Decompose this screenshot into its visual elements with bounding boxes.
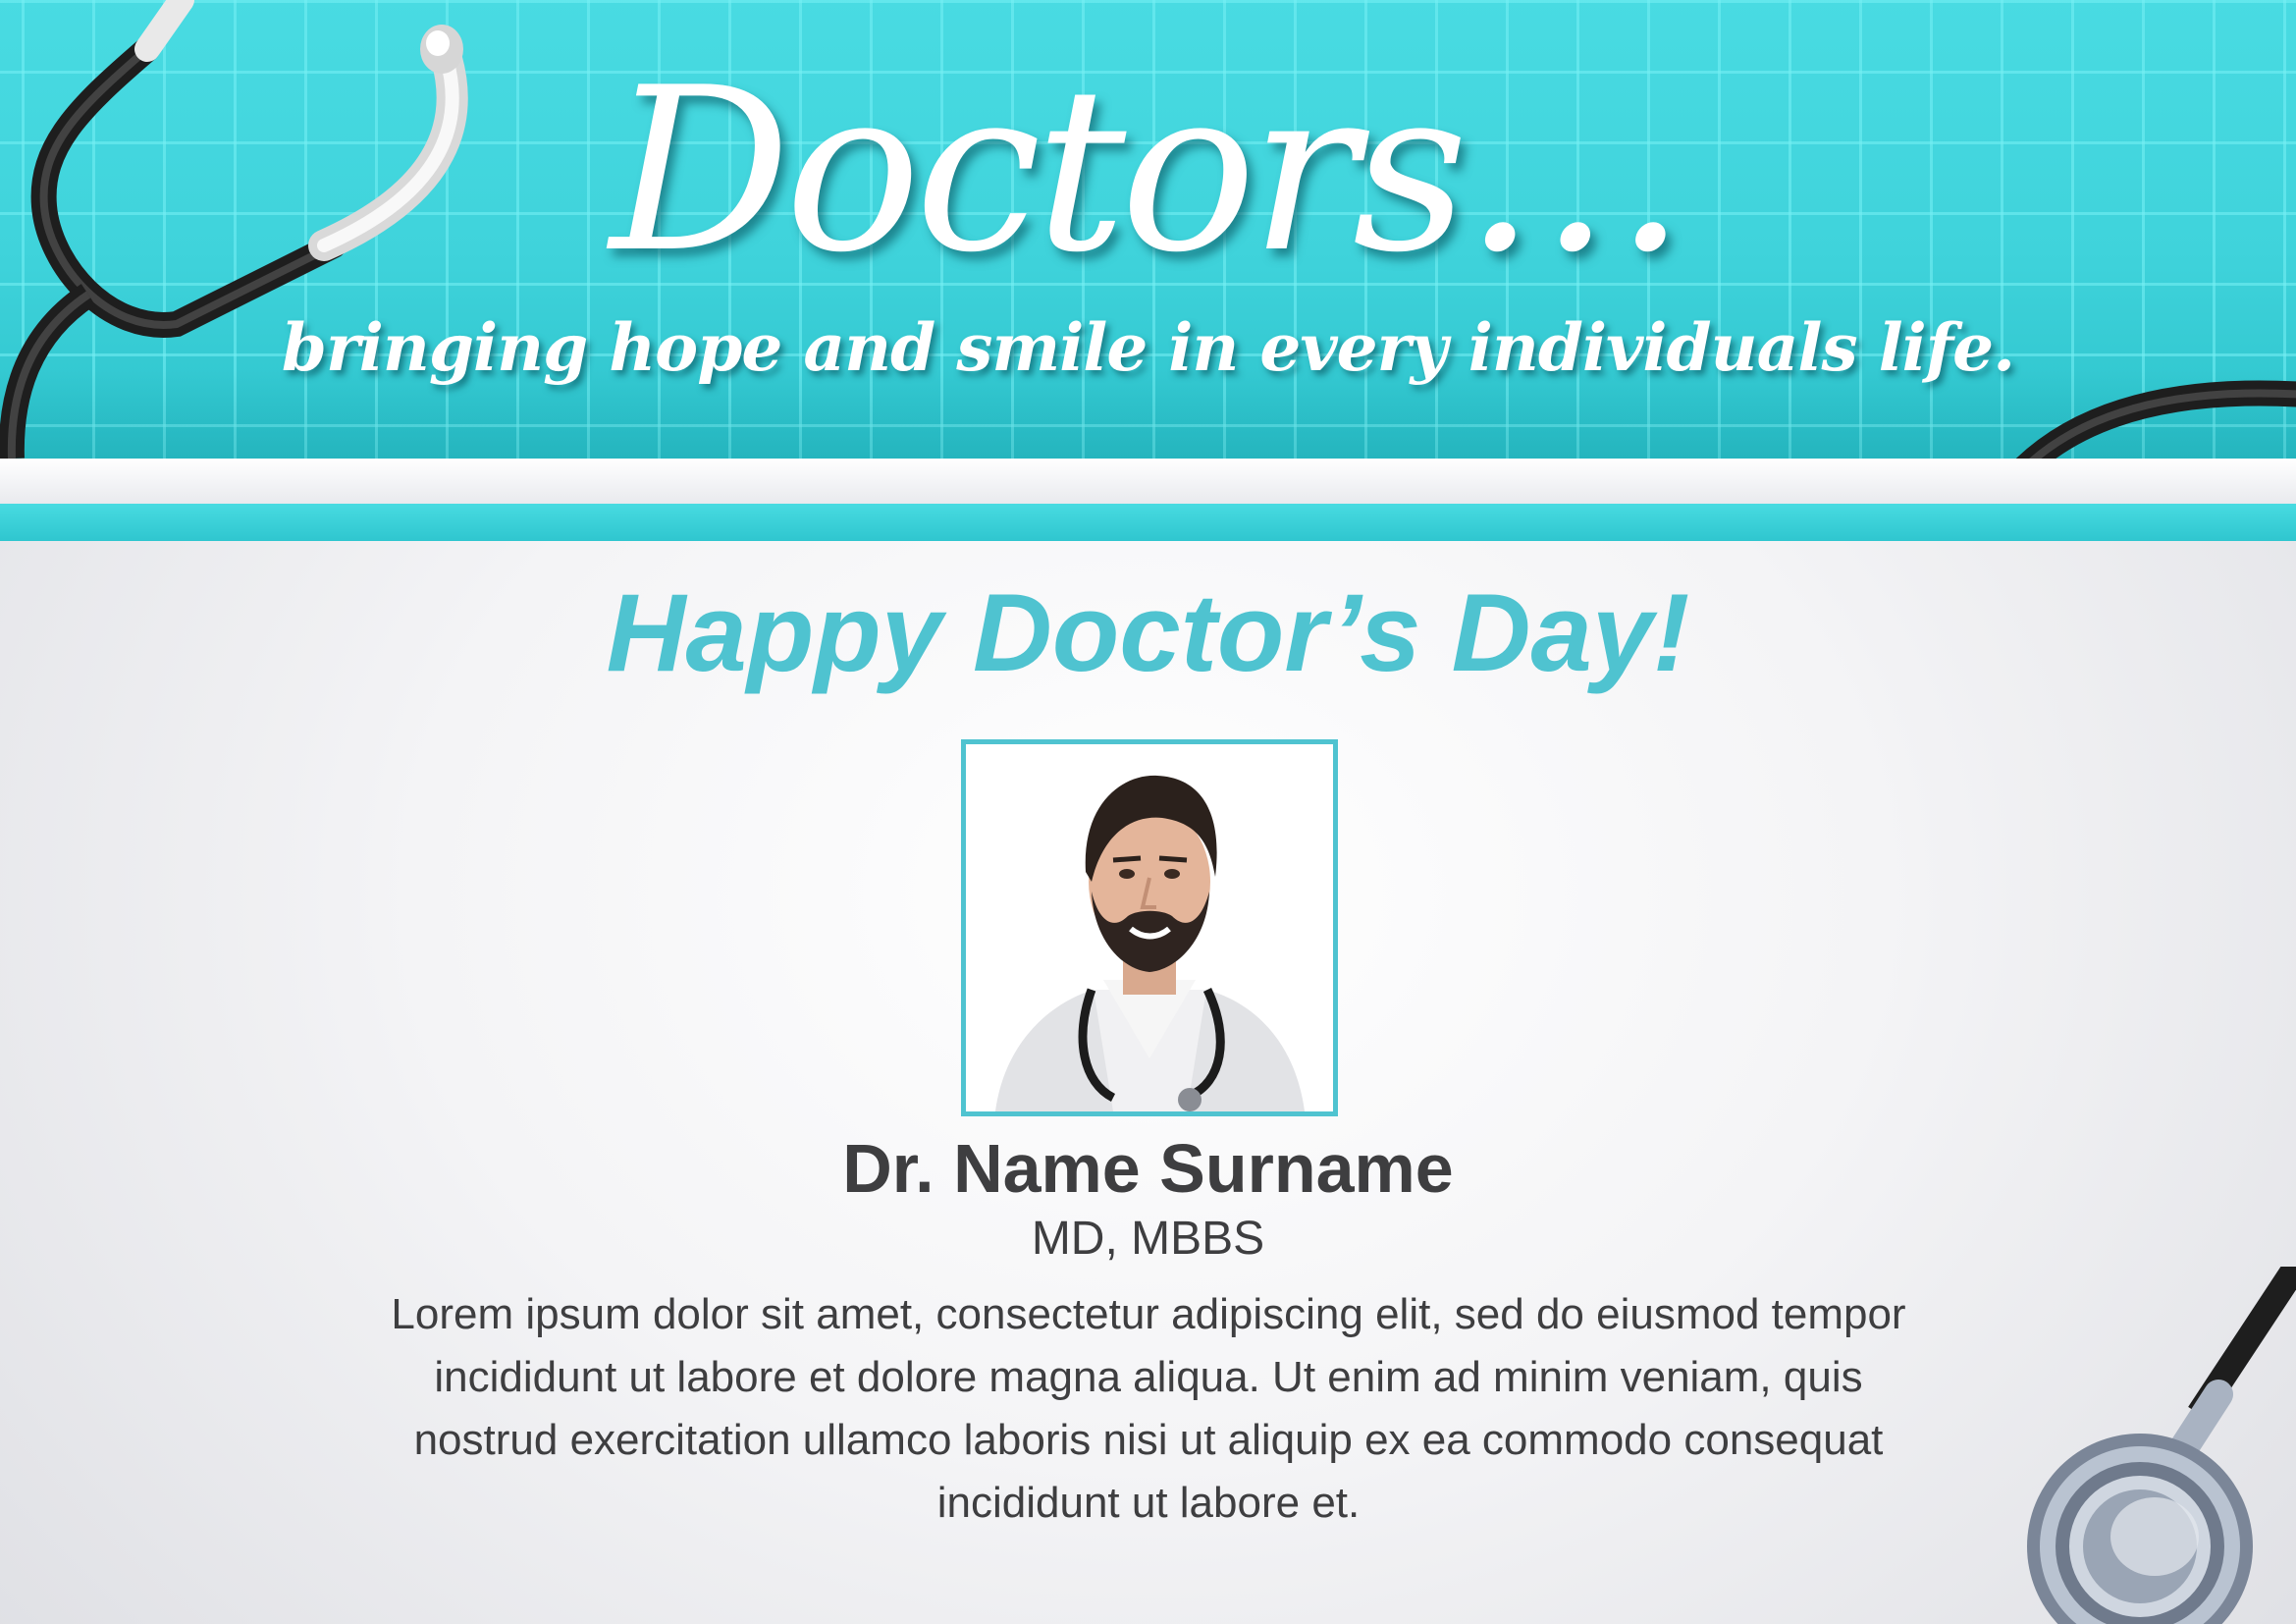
greeting-heading: Happy Doctor’s Day!: [606, 571, 1690, 694]
banner-tagline: bringing hope and smile in every individ…: [281, 309, 2015, 386]
divider-strip: [0, 459, 2296, 504]
header-banner: Doctors… bringing hope and smile in ever…: [0, 0, 2296, 459]
doctor-portrait-image: [966, 744, 1333, 1111]
doctor-credentials: MD, MBBS: [1031, 1213, 1265, 1265]
doctor-photo: [961, 739, 1338, 1116]
teal-divider-band: [0, 504, 2296, 541]
stethoscope-chestpiece-icon: [2027, 1267, 2296, 1624]
banner-title: Doctors…: [610, 40, 1688, 302]
doctor-bio: Lorem ipsum dolor sit amet, consectetur …: [391, 1290, 1906, 1527]
doctor-name: Dr. Name Surname: [842, 1130, 1454, 1207]
